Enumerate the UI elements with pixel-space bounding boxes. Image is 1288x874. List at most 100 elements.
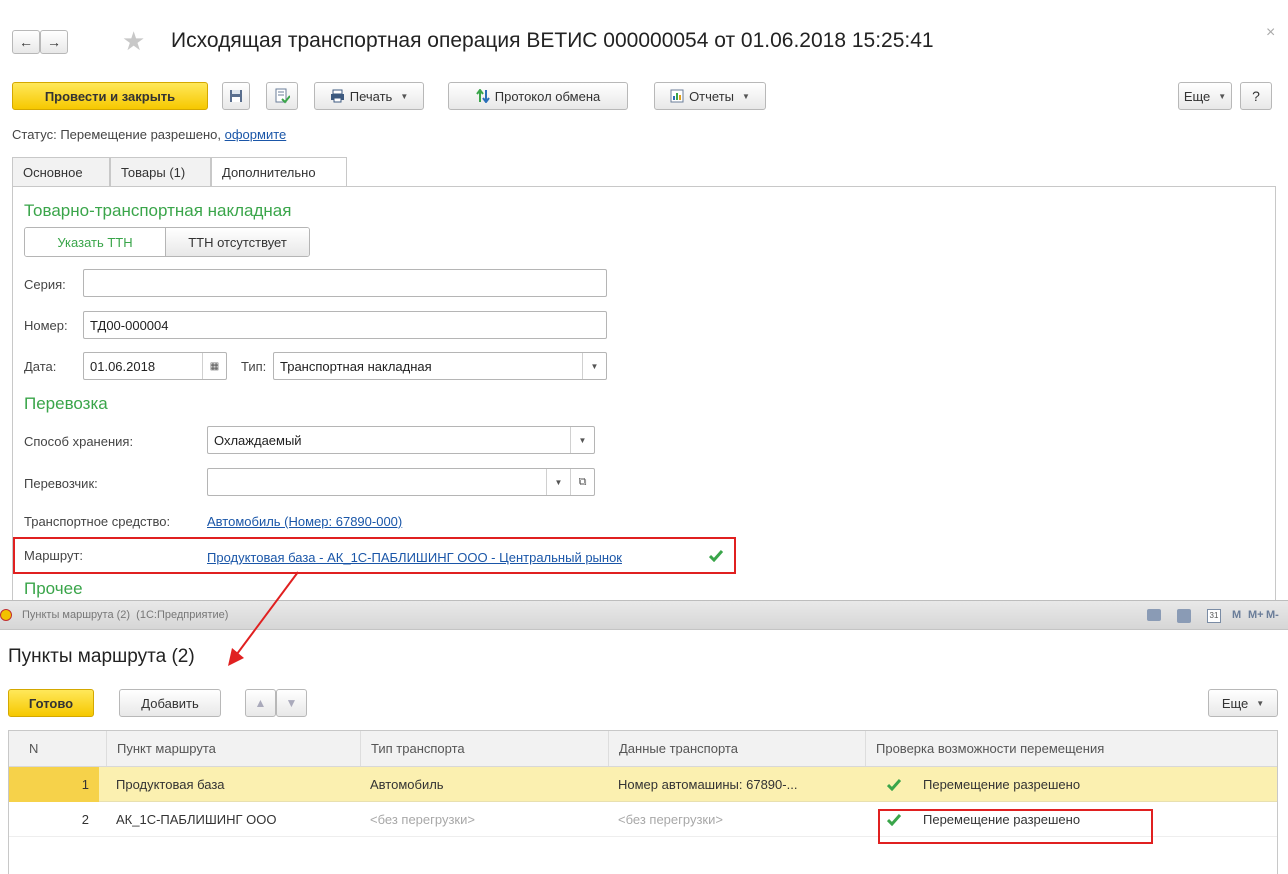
memory-minus-button[interactable]: M- — [1266, 609, 1279, 621]
chevron-down-icon: ▼ — [1218, 91, 1227, 101]
carrier-label: Перевозчик: — [24, 476, 98, 491]
row-number: 2 — [81, 812, 89, 827]
storage-label: Способ хранения: — [24, 434, 134, 449]
chevron-down-icon[interactable]: ▼ — [546, 469, 570, 495]
chevron-down-icon[interactable]: ▼ — [570, 427, 594, 453]
route-point-cell[interactable]: Продуктовая база — [106, 767, 360, 802]
floppy-disk-icon — [230, 90, 242, 102]
series-field[interactable] — [83, 269, 607, 297]
column-header-transport-type[interactable]: Тип транспорта — [360, 731, 608, 766]
app-logo-icon — [0, 609, 12, 621]
transport-type-cell[interactable]: <без перегрузки> — [360, 802, 608, 837]
other-section-title: Прочее — [24, 579, 83, 598]
column-header-n[interactable]: N — [19, 731, 99, 766]
check-cell[interactable]: Перемещение разрешено — [877, 767, 1277, 802]
calculator-icon[interactable] — [1177, 609, 1191, 623]
post-and-close-button[interactable]: Провести и закрыть — [12, 82, 208, 110]
status-text: Статус: Перемещение разрешено, — [12, 127, 221, 142]
arrow-left-icon: ← — [19, 34, 33, 50]
ttn-toggle: Указать ТТН ТТН отсутствует — [24, 227, 310, 257]
route-annotation-box — [13, 537, 736, 574]
chevron-down-icon: ▼ — [400, 91, 409, 101]
column-header-transport-data[interactable]: Данные транспорта — [608, 731, 865, 766]
row-number: 1 — [81, 777, 89, 792]
route-point-cell[interactable]: АК_1С-ПАБЛИШИНГ ООО — [106, 802, 360, 837]
number-label: Номер: — [24, 318, 68, 333]
column-header-point[interactable]: Пункт маршрута — [106, 731, 360, 766]
exchange-protocol-label: Протокол обмена — [494, 88, 601, 104]
more-label: Еще — [1183, 88, 1211, 104]
back-button[interactable]: ← — [12, 30, 40, 54]
printer-icon — [330, 89, 344, 103]
exchange-protocol-button[interactable]: Протокол обмена — [448, 82, 628, 110]
tab-additional[interactable]: Дополнительно — [211, 157, 347, 187]
tab-goods[interactable]: Товары (1) — [110, 157, 211, 187]
open-icon[interactable]: ⧉ — [570, 469, 594, 495]
ttn-section-title: Товарно-транспортная накладная — [24, 201, 292, 220]
exchange-arrows-icon — [475, 89, 490, 103]
reports-icon — [670, 89, 684, 103]
subwindow-more-button[interactable]: Еще ▼ — [1208, 689, 1278, 717]
help-button[interactable]: ? — [1240, 82, 1272, 110]
more-button[interactable]: Еще ▼ — [1178, 82, 1232, 110]
done-button[interactable]: Готово — [8, 689, 94, 717]
date-value: 01.06.2018 — [90, 358, 156, 374]
column-header-check[interactable]: Проверка возможности перемещения — [865, 731, 1277, 766]
memory-m-button[interactable]: M — [1232, 609, 1241, 621]
subwindow-titlebar-text: Пункты маршрута (2) (1С:Предприятие) — [22, 609, 229, 621]
calendar-small-icon[interactable]: 31 — [1207, 609, 1221, 623]
forward-button[interactable]: → — [40, 30, 68, 54]
subwindow-title: Пункты маршрута (2) — [8, 646, 195, 667]
storage-value: Охлаждаемый — [214, 432, 302, 448]
check-annotation-box — [878, 809, 1153, 844]
memory-plus-button[interactable]: M+ — [1248, 609, 1264, 621]
date-label: Дата: — [24, 359, 57, 374]
post-button[interactable] — [266, 82, 298, 110]
check-text: Перемещение разрешено — [923, 777, 1081, 792]
favorite-star-icon[interactable]: ★ — [122, 27, 145, 55]
type-select[interactable]: Транспортная накладная ▼ — [273, 352, 607, 380]
chevron-down-icon: ▼ — [1256, 698, 1265, 708]
type-value: Транспортная накладная — [280, 358, 432, 374]
vehicle-label: Транспортное средство: — [24, 514, 171, 529]
check-icon — [887, 778, 901, 791]
post-document-icon — [275, 88, 290, 104]
print-button[interactable]: Печать ▼ — [314, 82, 424, 110]
arrow-right-icon: → — [47, 34, 61, 50]
save-button[interactable] — [222, 82, 250, 110]
date-field[interactable]: 01.06.2018 ▦ — [83, 352, 227, 380]
printer-small-icon[interactable] — [1147, 609, 1161, 621]
carrier-select[interactable]: ▼ ⧉ — [207, 468, 595, 496]
chevron-down-icon[interactable]: ▼ — [582, 353, 606, 379]
print-label: Печать — [349, 88, 393, 104]
vehicle-link[interactable]: Автомобиль (Номер: 67890-000) — [207, 514, 402, 529]
ttn-absent-option[interactable]: ТТН отсутствует — [166, 228, 309, 256]
move-up-button[interactable]: ▲ — [245, 689, 276, 717]
reports-label: Отчеты — [689, 88, 734, 104]
close-window-icon[interactable]: × — [1266, 24, 1275, 42]
type-label: Тип: — [241, 359, 267, 374]
series-label: Серия: — [24, 277, 66, 292]
transport-section-title: Перевозка — [24, 394, 108, 413]
transport-data-cell[interactable]: <без перегрузки> — [608, 802, 865, 837]
calendar-icon[interactable]: ▦ — [202, 353, 226, 379]
specify-ttn-option[interactable]: Указать ТТН — [25, 228, 166, 256]
annotation-arrow — [228, 571, 299, 666]
window-title: Исходящая транспортная операция ВЕТИС 00… — [171, 29, 934, 52]
subwindow-more-label: Еще — [1221, 695, 1249, 711]
status-line: Статус: Перемещение разрешено, оформите — [12, 127, 286, 142]
reports-button[interactable]: Отчеты ▼ — [654, 82, 766, 110]
subwindow-titlebar: Пункты маршрута (2) (1С:Предприятие) 31 … — [0, 600, 1288, 630]
transport-type-cell[interactable]: Автомобиль — [360, 767, 608, 802]
arrow-down-icon: ▼ — [285, 696, 298, 710]
number-field[interactable]: ТД00-000004 — [83, 311, 607, 339]
chevron-down-icon: ▼ — [742, 91, 750, 101]
move-down-button[interactable]: ▼ — [276, 689, 307, 717]
arrow-up-icon: ▲ — [254, 696, 267, 710]
tab-main[interactable]: Основное — [12, 157, 110, 187]
add-button[interactable]: Добавить — [119, 689, 221, 717]
route-points-table: N Пункт маршрута Тип транспорта Данные т… — [8, 730, 1278, 874]
status-issue-link[interactable]: оформите — [225, 127, 287, 142]
transport-data-cell[interactable]: Номер автомашины: 67890-... — [608, 767, 865, 802]
storage-select[interactable]: Охлаждаемый ▼ — [207, 426, 595, 454]
